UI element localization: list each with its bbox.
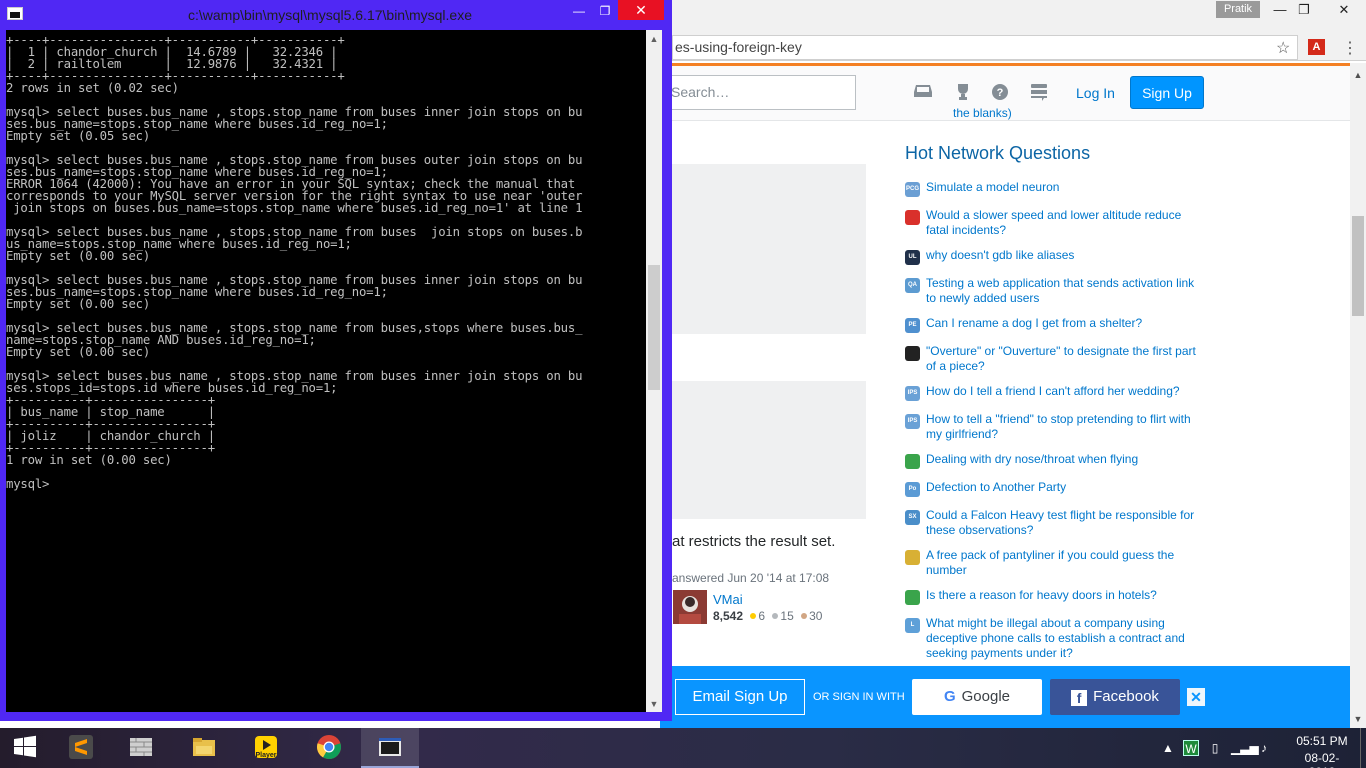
ad-placeholder [672, 164, 866, 334]
network-icon[interactable]: ▁▃▅ [1231, 740, 1259, 756]
facebook-label: Facebook [1093, 688, 1159, 705]
profile-button[interactable]: Pratik [1216, 1, 1260, 18]
scrollbar-thumb[interactable] [1352, 216, 1364, 316]
ipc-icon: IPS [905, 414, 920, 429]
cmd-scrollbar-thumb[interactable] [648, 265, 660, 390]
cmd-window-title: c:\wamp\bin\mysql\mysql5.6.17\bin\mysql.… [188, 7, 472, 23]
wamp-icon[interactable] [112, 728, 170, 768]
close-button[interactable]: ✕ [1324, 0, 1364, 20]
cmd-window: c:\wamp\bin\mysql\mysql5.6.17\bin\mysql.… [0, 0, 672, 721]
answered-timestamp: answered Jun 20 '14 at 17:08 [672, 571, 830, 585]
cmd-minimize-button[interactable]: — [566, 2, 592, 20]
start-icon[interactable] [0, 728, 50, 768]
inbox-icon[interactable] [913, 83, 933, 101]
page-scrollbar[interactable] [1350, 63, 1366, 728]
stackexchange-icon[interactable] [1029, 83, 1049, 101]
cogsci-icon: PCG [905, 182, 920, 197]
svg-text:Player: Player [255, 752, 276, 759]
cmd-close-button[interactable]: ✕ [618, 0, 664, 20]
volume-icon[interactable]: ♪ [1256, 740, 1272, 756]
ipc-icon: IPS [905, 386, 920, 401]
chrome-titlebar [660, 0, 1366, 35]
hnq-link[interactable]: Can I rename a dog I get from a shelter? [926, 316, 1201, 331]
hnq-link[interactable]: Dealing with dry nose/throat when flying [926, 452, 1201, 467]
clock-date[interactable]: 08-02-2018 [1292, 751, 1352, 768]
signup-button[interactable]: Sign Up [1130, 76, 1204, 109]
cmd-scroll-up-icon[interactable]: ▲ [646, 32, 662, 46]
gold-badge-icon [750, 613, 757, 619]
chevron-up-icon[interactable]: ▲ [1160, 740, 1176, 756]
help-icon[interactable]: ? [990, 83, 1010, 101]
travel-icon [905, 590, 920, 605]
cmd-scroll-down-icon[interactable]: ▼ [646, 697, 662, 711]
ad-placeholder [672, 381, 866, 519]
address-bar[interactable]: es-using-foreign-key [672, 35, 1298, 60]
google-icon: G [943, 688, 956, 705]
silver-badge-icon [772, 613, 779, 619]
travel-icon [905, 454, 920, 469]
extension-icon[interactable]: A [1308, 39, 1325, 55]
login-link[interactable]: Log In [1068, 78, 1123, 108]
or-sign-in-label: OR SIGN IN WITH [813, 691, 905, 703]
show-desktop-button[interactable] [1360, 728, 1366, 768]
scroll-up-icon[interactable]: ▲ [1350, 68, 1366, 82]
reputation-score: 8,542 [713, 609, 744, 623]
sublime-text-icon[interactable] [52, 728, 110, 768]
cmd-taskbar-icon[interactable] [361, 728, 419, 768]
space-icon: SX [905, 510, 920, 525]
gold-badge-count: 6 [758, 609, 766, 623]
cmd-maximize-button[interactable]: ❐ [592, 2, 618, 20]
facebook-icon: f [1071, 690, 1088, 706]
puzzling-icon [905, 550, 920, 565]
google-label: Google [961, 688, 1011, 705]
console-output: +----+----------------+-----------+-----… [6, 33, 583, 491]
file-explorer-icon[interactable] [175, 728, 233, 768]
hnq-link[interactable]: Defection to Another Party [926, 480, 1201, 495]
english-icon [905, 346, 920, 361]
svg-text:?: ? [997, 87, 1004, 99]
hot-network-questions-title: Hot Network Questions [905, 143, 1091, 163]
hnq-link[interactable]: How to tell a "friend" to stop pretendin… [926, 412, 1201, 442]
law-icon: L [905, 618, 920, 633]
unix-linux-icon: UL [905, 250, 920, 265]
hnq-link[interactable]: "Overture" or "Ouverture" to designate t… [926, 344, 1201, 374]
email-signup-button[interactable]: Email Sign Up [675, 679, 805, 715]
clock-time[interactable]: 05:51 PM [1292, 734, 1352, 748]
console-area[interactable]: +----+----------------+-----------+-----… [6, 30, 646, 712]
chrome-icon[interactable] [300, 728, 358, 768]
wamp-tray-icon[interactable]: W [1183, 740, 1199, 756]
bookmark-star-icon[interactable]: ☆ [1276, 38, 1290, 58]
aviation-icon [905, 210, 920, 225]
devices-icon[interactable]: ▯ [1207, 740, 1223, 756]
user-reputation: 8,542 6 15 30 [713, 609, 822, 623]
partial-link[interactable]: the blanks) [953, 106, 1012, 120]
hnq-link[interactable]: Is there a reason for heavy doors in hot… [926, 588, 1201, 603]
hnq-link[interactable]: A free pack of pantyliner if you could g… [926, 548, 1201, 578]
close-icon[interactable]: ✕ [1187, 688, 1205, 706]
politics-icon: Po [905, 482, 920, 497]
scroll-down-icon[interactable]: ▼ [1350, 712, 1366, 726]
hnq-link[interactable]: Testing a web application that sends act… [926, 276, 1201, 306]
silver-badge-count: 15 [780, 609, 794, 623]
hnq-link[interactable]: why doesn't gdb like aliases [926, 248, 1201, 263]
chrome-menu-icon[interactable]: ⋮ [1342, 38, 1358, 58]
qa-icon: QA [905, 278, 920, 293]
user-name-link[interactable]: VMai [713, 592, 743, 607]
hnq-link[interactable]: Could a Falcon Heavy test flight be resp… [926, 508, 1201, 538]
kmplayer-icon[interactable]: Player [237, 728, 295, 768]
pets-icon: PE [905, 318, 920, 333]
achievements-icon[interactable] [953, 83, 973, 101]
bronze-badge-icon [801, 613, 808, 619]
search-input[interactable]: Search… [660, 75, 856, 110]
hnq-link[interactable]: How do I tell a friend I can't afford he… [926, 384, 1201, 399]
maximize-button[interactable]: ❐ [1290, 0, 1318, 20]
facebook-signin-button[interactable]: f Facebook [1050, 679, 1180, 715]
google-signin-button[interactable]: G Google [912, 679, 1042, 715]
answer-body-text: at restricts the result set. [672, 533, 836, 550]
bronze-badge-count: 30 [809, 609, 823, 623]
hnq-link[interactable]: Simulate a model neuron [926, 180, 1201, 195]
avatar[interactable] [673, 590, 707, 624]
hnq-link[interactable]: What might be illegal about a company us… [926, 616, 1201, 661]
hnq-link[interactable]: Would a slower speed and lower altitude … [926, 208, 1201, 238]
